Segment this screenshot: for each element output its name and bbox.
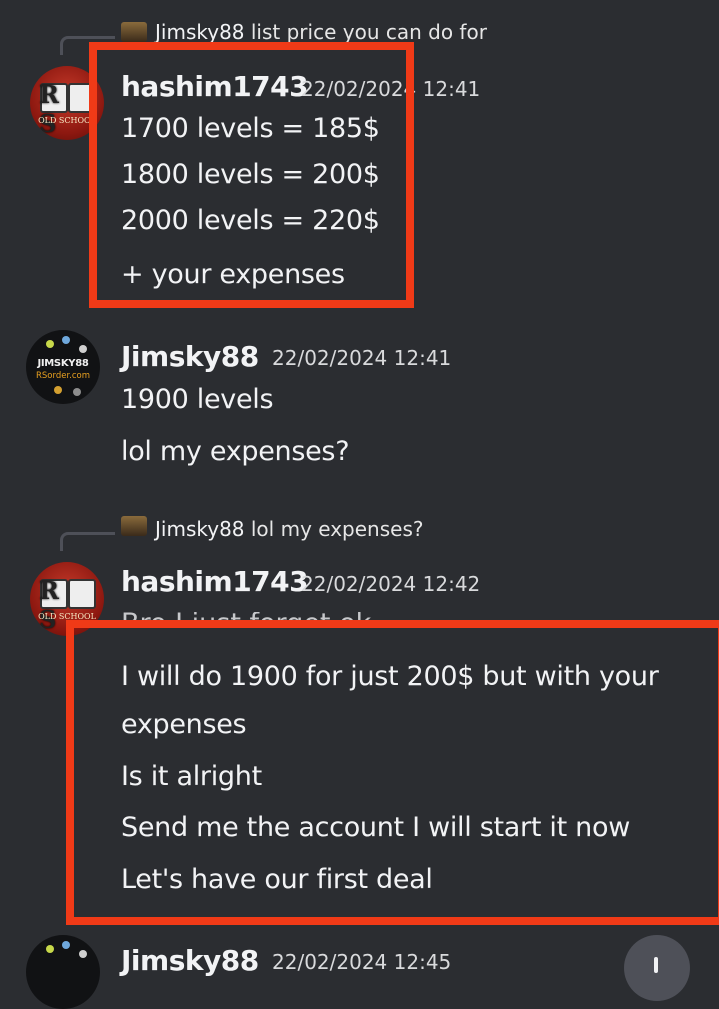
avatar-dot xyxy=(54,386,62,394)
avatar-dot xyxy=(46,340,54,348)
scroll-to-bottom-button[interactable] xyxy=(624,935,690,1001)
reply-preview[interactable]: Jimsky88 lol my expenses? xyxy=(155,517,423,541)
reply-author[interactable]: Jimsky88 xyxy=(155,20,245,44)
avatar-dot xyxy=(62,336,70,344)
reply-text: list price you can do for xyxy=(250,20,487,44)
message-line: 1900 levels xyxy=(121,384,274,415)
arrow-down-icon xyxy=(654,957,658,973)
highlight-box xyxy=(89,42,414,308)
avatar-dot xyxy=(79,950,87,958)
avatar-dot xyxy=(62,941,70,949)
avatar-dot xyxy=(73,388,81,396)
author-name[interactable]: hashim1743 xyxy=(121,565,309,598)
timestamp: 22/02/2024 12:42 xyxy=(301,572,481,596)
avatar-dot xyxy=(46,945,54,953)
avatar[interactable] xyxy=(26,935,100,1009)
reply-text: lol my expenses? xyxy=(250,517,424,541)
timestamp: 22/02/2024 12:41 xyxy=(272,346,452,370)
highlight-box xyxy=(66,620,719,925)
reply-avatar-icon xyxy=(121,22,147,42)
author-name[interactable]: Jimsky88 xyxy=(121,340,259,373)
reply-connector xyxy=(60,532,115,551)
avatar-title: JIMSKY88 xyxy=(37,358,89,369)
avatar[interactable]: JIMSKY88 RSorder.com xyxy=(26,330,100,404)
reply-author[interactable]: Jimsky88 xyxy=(155,517,245,541)
avatar-subtitle: RSorder.com xyxy=(35,371,91,381)
author-name[interactable]: Jimsky88 xyxy=(121,944,259,977)
timestamp: 22/02/2024 12:45 xyxy=(272,950,452,974)
avatar-dot xyxy=(79,345,87,353)
reply-avatar-icon xyxy=(121,516,147,536)
reply-preview[interactable]: Jimsky88 list price you can do for xyxy=(155,20,487,44)
message-line: lol my expenses? xyxy=(121,436,350,467)
